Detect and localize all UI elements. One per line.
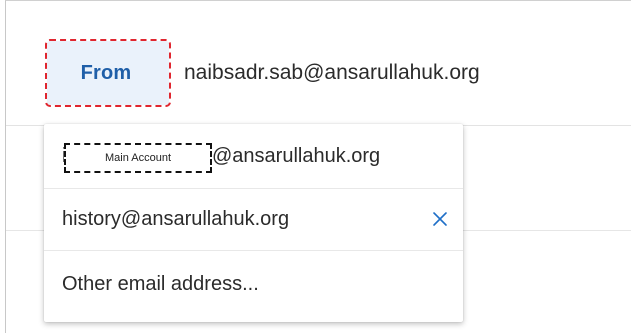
dropdown-item-main-account[interactable]: i Main Account @ansarullahuk.org (44, 126, 463, 189)
compose-pane: From naibsadr.sab@ansarullahuk.org i Mai… (5, 0, 631, 333)
dropdown-item-address: history@ansarullahuk.org (62, 207, 290, 230)
dropdown-item-other-address[interactable]: Other email address... (44, 251, 463, 317)
address-suffix: @ansarullahuk.org (212, 145, 381, 167)
from-row: From naibsadr.sab@ansarullahuk.org (6, 1, 631, 126)
from-address[interactable]: naibsadr.sab@ansarullahuk.org (184, 61, 480, 85)
dropdown-item-history[interactable]: history@ansarullahuk.org (44, 188, 463, 251)
from-button[interactable]: From (45, 39, 171, 107)
close-icon[interactable] (431, 210, 449, 228)
main-account-tag: Main Account (64, 143, 212, 173)
from-button-label: From (80, 61, 132, 84)
from-address-dropdown: i Main Account @ansarullahuk.org history… (44, 124, 463, 322)
dropdown-item-label: Other email address... (62, 272, 259, 295)
